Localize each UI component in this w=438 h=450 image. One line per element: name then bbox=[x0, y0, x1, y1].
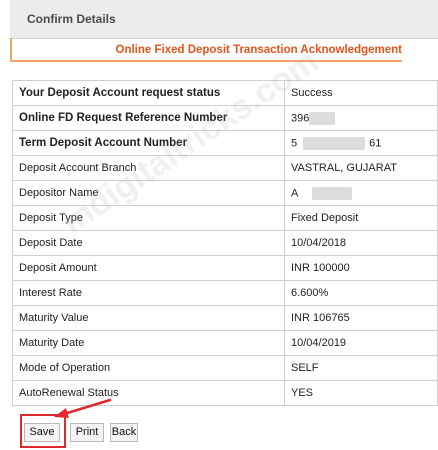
row-value-masked: 5 61 bbox=[284, 130, 438, 156]
row-label: Maturity Date bbox=[12, 330, 285, 356]
row-value: INR 106765 bbox=[284, 305, 438, 331]
table-row: Deposit Type Fixed Deposit bbox=[12, 205, 438, 231]
row-value: Success bbox=[284, 80, 438, 106]
arrow-pointer-icon bbox=[54, 398, 112, 418]
row-label: Your Deposit Account request status bbox=[12, 80, 285, 106]
save-button[interactable]: Save bbox=[24, 423, 60, 442]
row-value: INR 100000 bbox=[284, 255, 438, 281]
row-label: Online FD Request Reference Number bbox=[12, 105, 285, 131]
table-row: Depositor Name A bbox=[12, 180, 438, 206]
table-row: Term Deposit Account Number 5 61 bbox=[12, 130, 438, 156]
row-label: Deposit Account Branch bbox=[12, 155, 285, 181]
table-row: Deposit Date 10/04/2018 bbox=[12, 230, 438, 256]
row-label: Deposit Amount bbox=[12, 255, 285, 281]
row-value: VASTRAL, GUJARAT bbox=[284, 155, 438, 181]
deposit-details-table: Your Deposit Account request status Succ… bbox=[12, 80, 438, 406]
table-row: Maturity Value INR 106765 bbox=[12, 305, 438, 331]
table-row: Your Deposit Account request status Succ… bbox=[12, 80, 438, 106]
table-row: Maturity Date 10/04/2019 bbox=[12, 330, 438, 356]
row-label: Depositor Name bbox=[12, 180, 285, 206]
table-row: Online FD Request Reference Number 396 bbox=[12, 105, 438, 131]
row-value: A bbox=[291, 186, 299, 199]
row-value: 396 bbox=[291, 111, 310, 124]
row-value: 6.600% bbox=[284, 280, 438, 306]
row-value: 10/04/2019 bbox=[284, 330, 438, 356]
row-value-suffix: 61 bbox=[369, 136, 382, 149]
row-label: Term Deposit Account Number bbox=[12, 130, 285, 156]
row-value: 5 bbox=[291, 136, 298, 149]
print-button[interactable]: Print bbox=[70, 423, 104, 442]
row-label: Maturity Value bbox=[12, 305, 285, 331]
row-label: Interest Rate bbox=[12, 280, 285, 306]
table-row: Mode of Operation SELF bbox=[12, 355, 438, 381]
redaction-mask bbox=[312, 186, 353, 200]
table-row: Interest Rate 6.600% bbox=[12, 280, 438, 306]
back-button[interactable]: Back bbox=[110, 423, 138, 442]
row-value: 10/04/2018 bbox=[284, 230, 438, 256]
row-value-masked: A bbox=[284, 180, 438, 206]
row-value: SELF bbox=[284, 355, 438, 381]
acknowledgement-title: Online Fixed Deposit Transaction Acknowl… bbox=[115, 44, 403, 56]
row-value: Fixed Deposit bbox=[284, 205, 438, 231]
table-row: Deposit Amount INR 100000 bbox=[12, 255, 438, 281]
row-label: Deposit Date bbox=[12, 230, 285, 256]
row-value: YES bbox=[284, 380, 438, 406]
row-label: Deposit Type bbox=[12, 205, 285, 231]
page-title: Confirm Details bbox=[27, 12, 116, 26]
confirm-details-header: Confirm Details bbox=[10, 0, 438, 39]
row-value-masked: 396 bbox=[284, 105, 438, 131]
row-label: Mode of Operation bbox=[12, 355, 285, 381]
table-row: Deposit Account Branch VASTRAL, GUJARAT bbox=[12, 155, 438, 181]
redaction-mask bbox=[303, 136, 366, 150]
redaction-mask bbox=[309, 111, 336, 125]
